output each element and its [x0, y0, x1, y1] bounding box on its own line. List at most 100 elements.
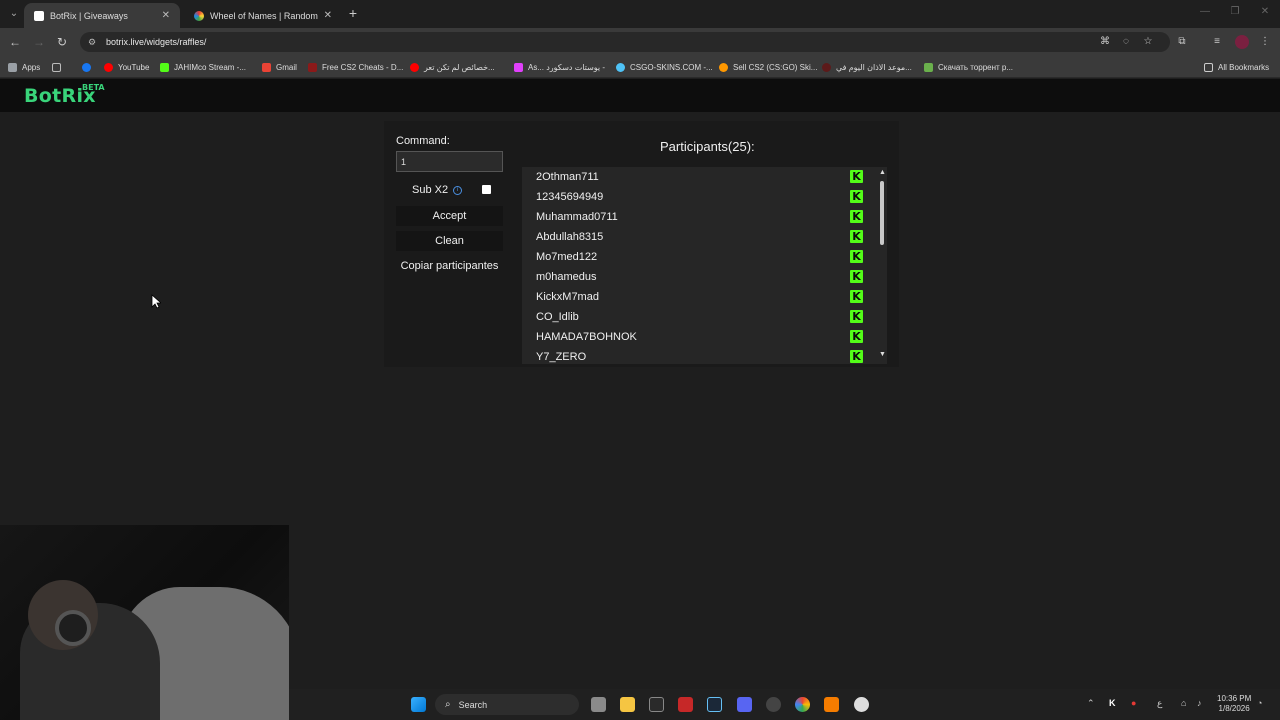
- list-item: KickxM7mad K: [522, 287, 867, 307]
- bookmark-gmail[interactable]: Gmail: [262, 60, 297, 74]
- bookmark-youtube[interactable]: YouTube: [104, 60, 149, 74]
- clock-date: 1/8/2026: [1218, 704, 1250, 713]
- window-close-icon[interactable]: ✕: [1250, 6, 1280, 17]
- tab-wheel-of-names[interactable]: Wheel of Names | Random nam ✕: [184, 3, 342, 28]
- scroll-up-icon[interactable]: ▲: [879, 169, 886, 176]
- bookmark-sell-cs2[interactable]: Sell CS2 (CS:GO) Ski...: [719, 60, 817, 74]
- language-indicator[interactable]: ع: [1157, 698, 1162, 709]
- list-item: HAMADA7BOHNOK K: [522, 327, 867, 347]
- sub-x2-checkbox[interactable]: [482, 185, 491, 194]
- media-controls-icon[interactable]: ≡: [1210, 35, 1224, 49]
- app-circle-icon[interactable]: [766, 697, 781, 712]
- kick-icon: K: [850, 190, 863, 203]
- copy-participants-button[interactable]: Copiar participantes: [396, 256, 503, 276]
- bookmark-discord-posts[interactable]: As... يوستات دسكورد -: [514, 60, 605, 74]
- obs-icon[interactable]: [854, 697, 869, 712]
- minimize-icon[interactable]: —: [1190, 6, 1220, 17]
- prayer-site-icon: [822, 62, 831, 72]
- bookmark-torrent[interactable]: Скачать торрент р...: [924, 60, 1013, 74]
- participant-name: m0hamedus: [536, 271, 597, 283]
- close-icon[interactable]: ✕: [162, 10, 170, 21]
- app-orange-icon[interactable]: [824, 697, 839, 712]
- bookmark-cs2-cheats[interactable]: Free CS2 Cheats - D...: [308, 60, 403, 74]
- tab-search-icon[interactable]: ⌄: [6, 6, 22, 22]
- raffle-panel: Command: Sub X2 i Accept Clean Copiar pa…: [384, 121, 899, 367]
- bookmark-facebook[interactable]: [82, 60, 96, 74]
- kick-icon: K: [850, 330, 863, 343]
- logitech-g-icon[interactable]: [649, 697, 664, 712]
- tab-botrix[interactable]: BotRix | Giveaways ✕: [24, 3, 180, 28]
- app-red-icon[interactable]: [678, 697, 693, 712]
- volume-icon[interactable]: ♪: [1197, 698, 1202, 708]
- bookmark-apps[interactable]: Apps: [8, 60, 40, 74]
- clean-button[interactable]: Clean: [396, 231, 503, 251]
- tab-title: Wheel of Names | Random nam: [210, 10, 318, 21]
- notifications-icon[interactable]: ◔: [1257, 698, 1262, 708]
- bookmark-label: As... يوستات دسكورد -: [528, 62, 606, 72]
- participants-title: Participants(25):: [660, 139, 755, 154]
- bookmark-star-icon[interactable]: ☆: [1141, 35, 1155, 49]
- participants-list[interactable]: 2Othman711 K 12345694949 K Muhammad0711 …: [522, 167, 887, 364]
- list-scrollbar[interactable]: ▲ ▼: [878, 167, 887, 364]
- extensions-icon[interactable]: ⧉: [1175, 35, 1189, 49]
- chrome-icon[interactable]: [795, 697, 810, 712]
- scroll-down-icon[interactable]: ▼: [879, 351, 886, 358]
- search-label: Search: [458, 699, 488, 710]
- discord-icon[interactable]: [737, 697, 752, 712]
- bookmarks-bar: Apps YouTube JAHIMco Stream -... Gmail F…: [0, 56, 1280, 78]
- taskbar-clock[interactable]: 10:36 PM 1/8/2026: [1217, 694, 1251, 714]
- url-text[interactable]: botrix.live/widgets/raffles/: [106, 37, 206, 47]
- bookmark-label: JAHIMco Stream -...: [174, 62, 247, 72]
- file-explorer-icon[interactable]: [620, 697, 635, 712]
- site-info-icon[interactable]: ⚙: [88, 37, 98, 47]
- tab-title: BotRix | Giveaways: [50, 10, 128, 21]
- translate-icon[interactable]: ⌘: [1098, 35, 1112, 49]
- participant-name: Mo7med122: [536, 251, 598, 263]
- scroll-thumb[interactable]: [880, 181, 884, 245]
- all-bookmarks-label: All Bookmarks: [1218, 62, 1270, 72]
- eye-off-icon[interactable]: ◌: [1119, 35, 1133, 49]
- info-icon[interactable]: i: [453, 185, 463, 195]
- network-icon[interactable]: ⌂: [1181, 698, 1186, 708]
- participant-name: 2Othman711: [536, 171, 599, 183]
- browser-tab-bar: ⌄ BotRix | Giveaways ✕ Wheel of Names | …: [0, 0, 1280, 28]
- close-icon[interactable]: ✕: [324, 10, 332, 21]
- reload-icon[interactable]: ↻: [54, 34, 70, 50]
- forward-icon[interactable]: →: [31, 34, 47, 50]
- bookmark-label: Apps: [22, 62, 41, 72]
- gem-icon: [514, 62, 523, 72]
- back-icon[interactable]: ←: [7, 34, 23, 50]
- tray-chevron-icon[interactable]: ⌃: [1087, 698, 1095, 709]
- mouse-cursor-icon: [151, 294, 163, 314]
- bookmark-csgo-skins[interactable]: CSGO-SKINS.COM -...: [616, 60, 713, 74]
- list-item: m0hamedus K: [522, 267, 867, 287]
- bookmark-label: موعد الاذان اليوم في...: [836, 62, 912, 72]
- kick-tray-icon[interactable]: K: [1109, 698, 1116, 708]
- address-bar[interactable]: ⚙ botrix.live/widgets/raffles/: [80, 32, 1170, 52]
- bookmark-youtube-arabic[interactable]: خصائص لم تكن تعر...: [410, 60, 495, 74]
- clock-time: 10:36 PM: [1217, 694, 1252, 703]
- kick-icon: K: [850, 350, 863, 363]
- task-view-icon[interactable]: [591, 697, 606, 712]
- bookmark-prayer-times[interactable]: موعد الاذان اليوم في...: [822, 60, 912, 74]
- windows-start-icon[interactable]: [411, 697, 426, 712]
- gmail-icon: [262, 62, 271, 72]
- accept-button[interactable]: Accept: [396, 206, 503, 226]
- microphone-icon[interactable]: ●: [1131, 698, 1136, 708]
- command-input[interactable]: [396, 151, 503, 172]
- webcam-overlay: [0, 525, 289, 720]
- kick-icon: K: [850, 170, 863, 183]
- bookmark-label: Free CS2 Cheats - D...: [322, 62, 404, 72]
- tab-groups-icon[interactable]: [52, 60, 66, 74]
- profile-avatar[interactable]: [1235, 35, 1249, 49]
- steam-icon[interactable]: [707, 697, 722, 712]
- all-bookmarks[interactable]: All Bookmarks: [1204, 60, 1269, 74]
- taskbar-search[interactable]: ⌕ Search: [435, 694, 579, 715]
- new-tab-icon[interactable]: +: [346, 6, 360, 20]
- menu-kebab-icon[interactable]: ⋮: [1258, 35, 1272, 49]
- youtube-icon: [104, 62, 113, 72]
- participant-name: HAMADA7BOHNOK: [536, 331, 637, 343]
- list-item: Muhammad0711 K: [522, 207, 867, 227]
- bookmark-jahimco[interactable]: JAHIMco Stream -...: [160, 60, 246, 74]
- restore-icon[interactable]: ❐: [1220, 6, 1250, 17]
